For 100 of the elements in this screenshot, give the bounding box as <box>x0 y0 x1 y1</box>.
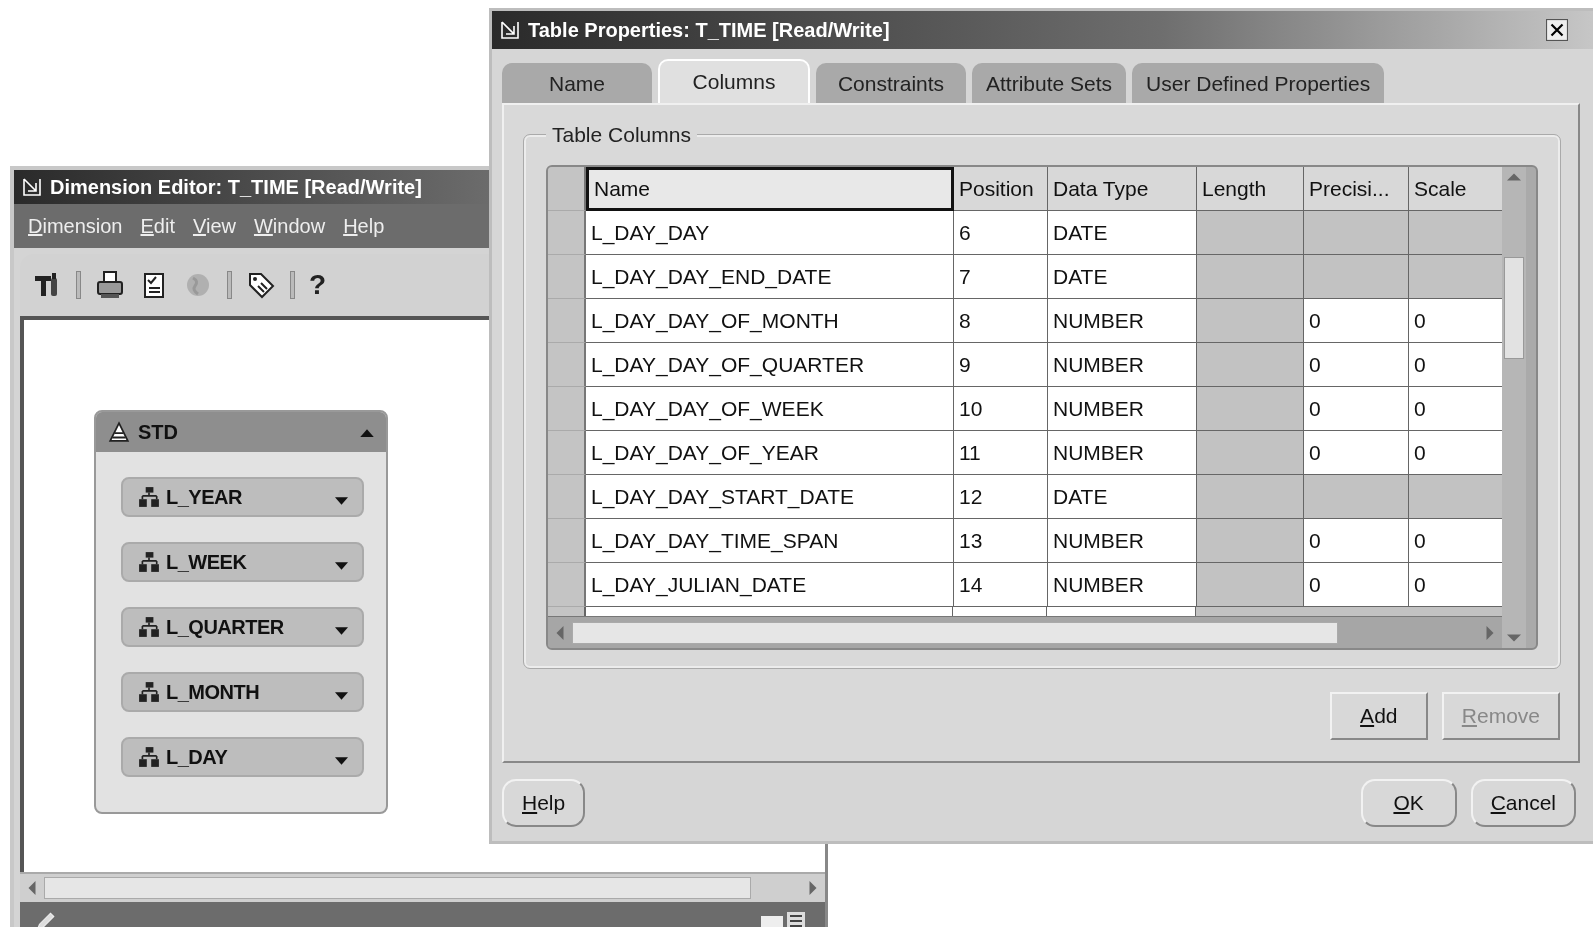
table-cell[interactable] <box>1197 431 1304 475</box>
ok-button[interactable]: OK <box>1360 779 1457 827</box>
table-cell[interactable] <box>1409 475 1504 519</box>
table-cell[interactable] <box>1197 255 1304 299</box>
close-icon[interactable] <box>1546 19 1568 41</box>
dropdown-icon[interactable] <box>335 692 348 700</box>
help-button[interactable]: ? <box>309 269 327 301</box>
cancel-button[interactable]: Cancel <box>1470 779 1576 827</box>
dropdown-icon[interactable] <box>335 757 348 765</box>
row-header[interactable] <box>548 299 586 343</box>
tab[interactable]: User Defined Properties <box>1132 63 1385 103</box>
column-header[interactable]: Name <box>586 167 954 211</box>
table-cell[interactable]: 6 <box>954 211 1048 255</box>
table-cell[interactable]: 0 <box>1304 431 1409 475</box>
printer-icon[interactable] <box>95 270 125 300</box>
table-cell[interactable]: 0 <box>1409 431 1504 475</box>
horizontal-scrollbar[interactable] <box>548 616 1502 648</box>
table-cell[interactable]: 9 <box>954 343 1048 387</box>
vertical-scrollbar[interactable] <box>1502 167 1526 648</box>
table-cell[interactable]: NUMBER <box>1048 519 1197 563</box>
menu-item[interactable]: Window <box>253 214 326 238</box>
menu-item[interactable]: View <box>192 214 236 238</box>
row-header[interactable] <box>548 519 586 563</box>
table-cell[interactable]: NUMBER <box>1048 387 1197 431</box>
level-item[interactable]: L_YEAR <box>121 477 364 517</box>
table-cell[interactable] <box>1197 299 1304 343</box>
table-cell[interactable]: 0 <box>1304 387 1409 431</box>
table-cell[interactable]: NUMBER <box>1048 563 1197 607</box>
column-header[interactable]: Precisi... <box>1304 167 1409 211</box>
help-button[interactable]: Help <box>502 779 586 827</box>
table-cell[interactable]: 13 <box>954 519 1048 563</box>
table-cell[interactable] <box>1304 255 1409 299</box>
table-cell[interactable]: 0 <box>1409 563 1504 607</box>
scroll-right-icon[interactable] <box>807 881 819 895</box>
row-header[interactable] <box>548 563 586 607</box>
column-header[interactable]: Scale <box>1409 167 1504 211</box>
menu-item[interactable]: Dimension <box>28 214 123 238</box>
table-cell[interactable]: L_DAY_DAY_OF_YEAR <box>586 431 954 475</box>
menu-item[interactable]: Help <box>343 214 385 238</box>
scroll-left-icon[interactable] <box>554 625 566 640</box>
table-cell[interactable]: DATE <box>1048 211 1197 255</box>
table-cell[interactable] <box>1197 475 1304 519</box>
table-cell[interactable]: L_DAY_DAY_OF_QUARTER <box>586 343 954 387</box>
table-cell[interactable]: NUMBER <box>1048 299 1197 343</box>
table-cell[interactable]: 8 <box>954 299 1048 343</box>
table-cell[interactable]: NUMBER <box>1048 431 1197 475</box>
scroll-thumb[interactable] <box>44 877 751 899</box>
scroll-right-icon[interactable] <box>1484 625 1496 640</box>
table-cell[interactable]: DATE <box>1048 255 1197 299</box>
table-cell[interactable]: L_DAY_DAY_START_DATE <box>586 475 954 519</box>
table-cell[interactable] <box>1304 475 1409 519</box>
scroll-thumb[interactable] <box>1504 257 1524 359</box>
table-cell[interactable]: 0 <box>1409 519 1504 563</box>
table-cell[interactable] <box>1197 343 1304 387</box>
table-cell[interactable]: 10 <box>954 387 1048 431</box>
column-header[interactable]: Length <box>1197 167 1304 211</box>
tab[interactable]: Attribute Sets <box>972 63 1127 103</box>
table-cell[interactable]: 0 <box>1409 343 1504 387</box>
table-cell[interactable] <box>1409 255 1504 299</box>
collapse-icon[interactable] <box>360 427 374 437</box>
level-item[interactable]: L_QUARTER <box>121 607 364 647</box>
table-cell[interactable]: 12 <box>954 475 1048 519</box>
level-item[interactable]: L_DAY <box>121 737 364 777</box>
table-cell[interactable]: NUMBER <box>1048 343 1197 387</box>
table-cell[interactable]: 0 <box>1304 519 1409 563</box>
table-cell[interactable]: L_DAY_DAY_OF_WEEK <box>586 387 954 431</box>
scroll-down-icon[interactable] <box>1507 632 1521 644</box>
dropdown-icon[interactable] <box>335 562 348 570</box>
horizontal-scrollbar[interactable] <box>20 872 825 902</box>
table-cell[interactable]: L_DAY_DAY_OF_MONTH <box>586 299 954 343</box>
table-cell[interactable]: L_DAY_JULIAN_DATE <box>586 563 954 607</box>
scroll-left-icon[interactable] <box>26 881 38 895</box>
table-cell[interactable]: 0 <box>1409 387 1504 431</box>
table-cell[interactable]: 11 <box>954 431 1048 475</box>
row-header[interactable] <box>548 475 586 519</box>
tab[interactable]: Constraints <box>816 63 966 103</box>
table-cell[interactable]: 14 <box>954 563 1048 607</box>
level-item[interactable]: L_WEEK <box>121 542 364 582</box>
table-cell[interactable] <box>1197 563 1304 607</box>
row-header[interactable] <box>548 255 586 299</box>
menu-item[interactable]: Edit <box>140 214 175 238</box>
table-cell[interactable]: L_DAY_DAY_TIME_SPAN <box>586 519 954 563</box>
level-item[interactable]: L_MONTH <box>121 672 364 712</box>
add-button[interactable]: Add <box>1329 692 1428 740</box>
scroll-thumb[interactable] <box>572 621 1338 644</box>
row-header[interactable] <box>548 343 586 387</box>
table-cell[interactable] <box>1197 387 1304 431</box>
row-header[interactable] <box>548 387 586 431</box>
column-header[interactable]: Data Type <box>1048 167 1197 211</box>
table-cell[interactable]: 0 <box>1304 343 1409 387</box>
table-cell[interactable]: 7 <box>954 255 1048 299</box>
table-cell[interactable]: 0 <box>1304 563 1409 607</box>
table-cell[interactable] <box>1197 211 1304 255</box>
tab[interactable]: Columns <box>658 59 810 103</box>
table-cell[interactable] <box>1304 211 1409 255</box>
table-cell[interactable] <box>1197 519 1304 563</box>
dropdown-icon[interactable] <box>335 497 348 505</box>
row-header[interactable] <box>548 211 586 255</box>
dropdown-icon[interactable] <box>335 627 348 635</box>
table-cell[interactable]: 0 <box>1304 299 1409 343</box>
